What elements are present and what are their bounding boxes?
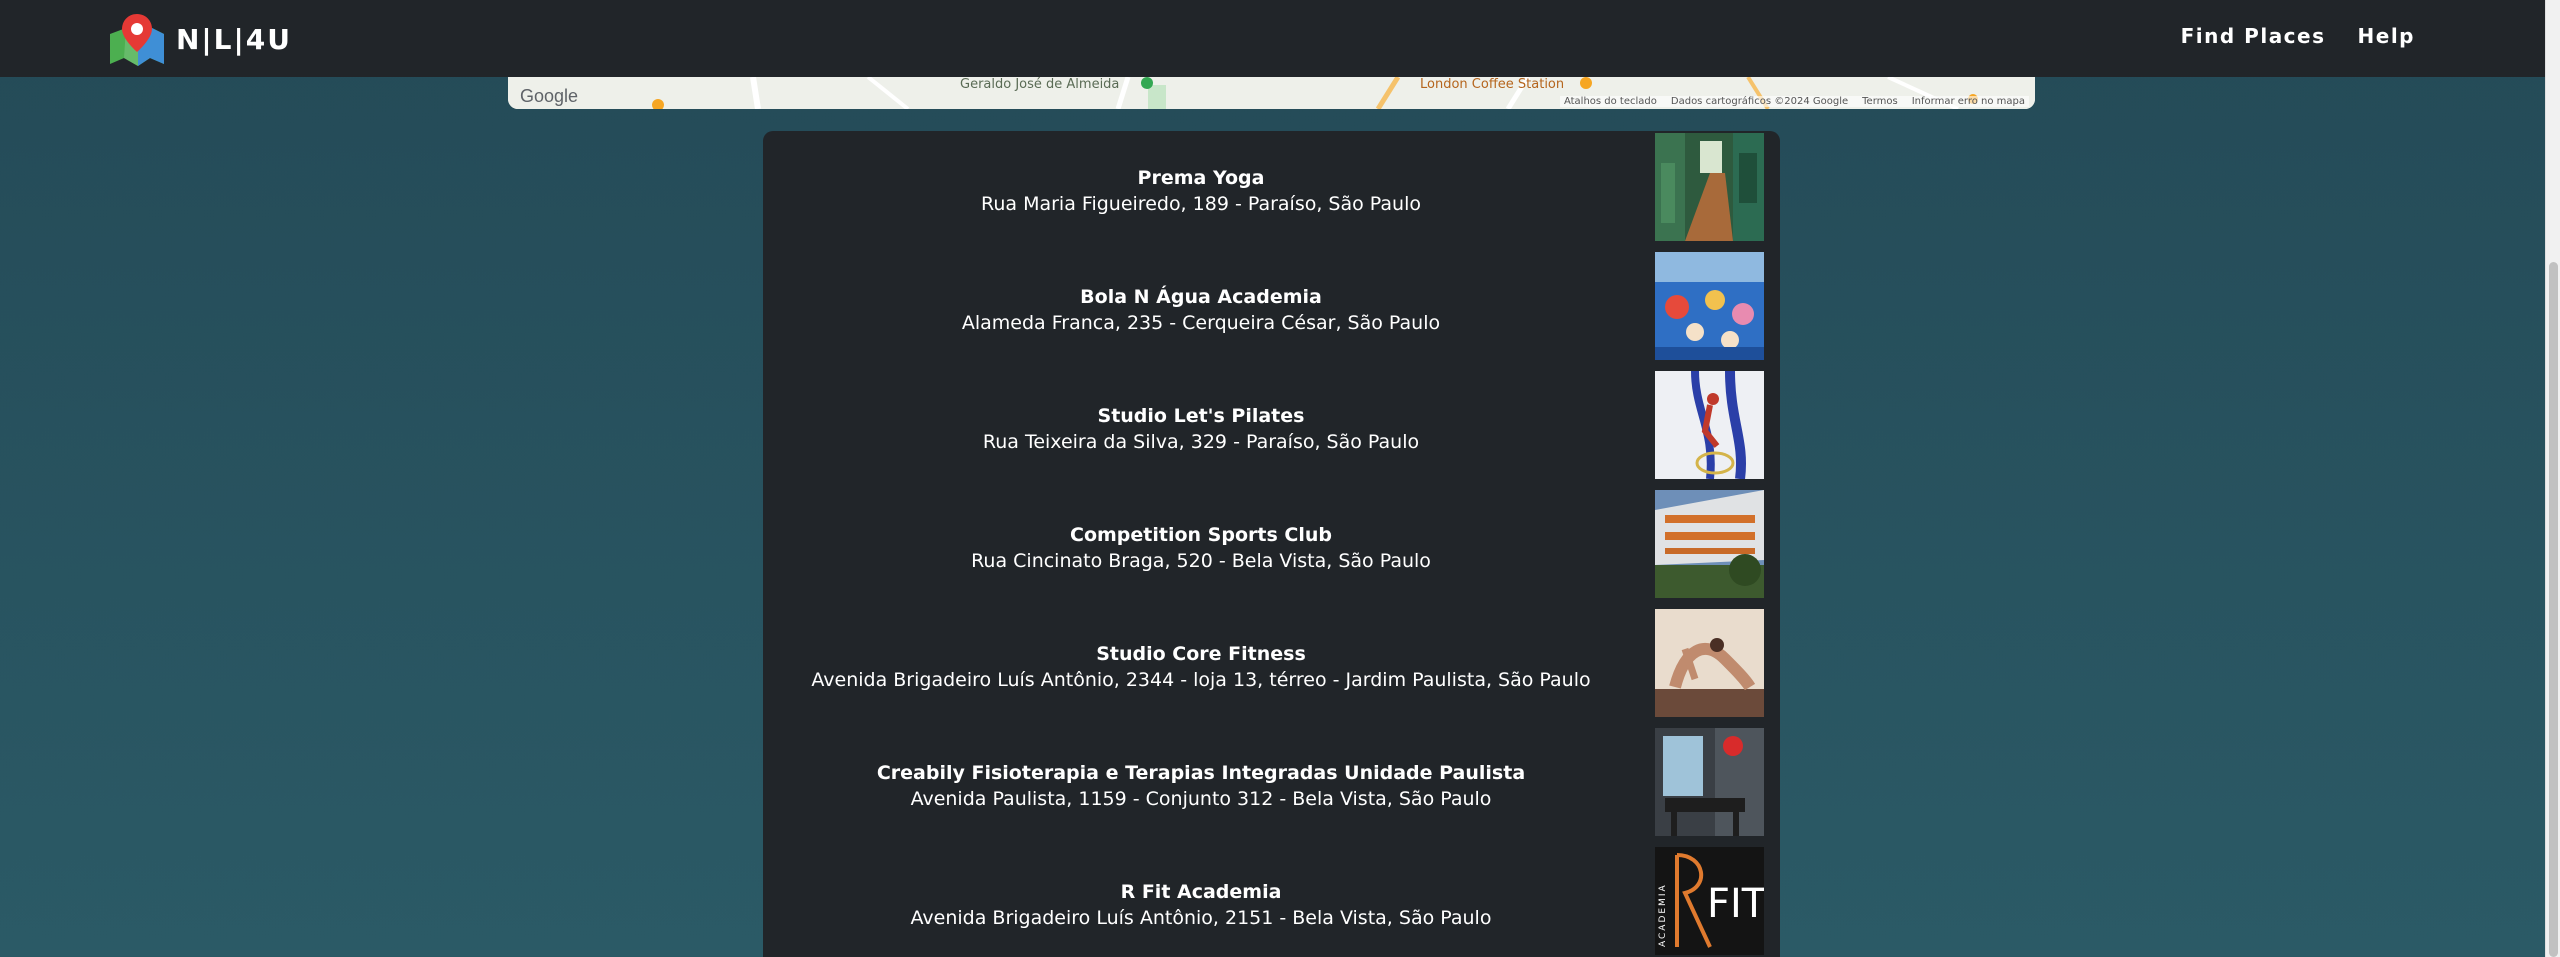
main-nav: Find Places Help <box>2181 24 2415 48</box>
brand-link[interactable]: N|L|4U <box>108 12 292 66</box>
place-photo[interactable] <box>1655 371 1764 479</box>
map-poi-label: Geraldo José de Almeida <box>960 77 1120 92</box>
terms-link[interactable]: Termos <box>1862 96 1898 107</box>
page-scrollbar[interactable] <box>2545 0 2560 957</box>
place-address: Rua Cincinato Braga, 520 - Bela Vista, S… <box>971 549 1431 572</box>
nav-help[interactable]: Help <box>2358 24 2415 48</box>
brand-name: N|L|4U <box>176 22 292 56</box>
place-item[interactable]: Competition Sports Club Rua Cincinato Br… <box>763 488 1780 607</box>
place-info: Studio Let's Pilates Rua Teixeira da Sil… <box>763 369 1639 488</box>
scrollbar-thumb[interactable] <box>2549 262 2558 957</box>
place-address: Rua Maria Figueiredo, 189 - Paraíso, São… <box>981 192 1421 215</box>
rfit-logo-vertical-text: ACADEMIA <box>1658 883 1668 947</box>
place-info: Studio Core Fitness Avenida Brigadeiro L… <box>763 607 1639 726</box>
place-photo[interactable] <box>1655 728 1764 836</box>
place-name: Bola N Água Academia <box>1080 285 1322 308</box>
place-item[interactable]: Studio Core Fitness Avenida Brigadeiro L… <box>763 607 1780 726</box>
place-photo[interactable]: ACADEMIA FIT <box>1655 847 1764 955</box>
place-address: Rua Teixeira da Silva, 329 - Paraíso, Sã… <box>982 430 1420 453</box>
place-item[interactable]: Creabily Fisioterapia e Terapias Integra… <box>763 726 1780 845</box>
place-info: Creabily Fisioterapia e Terapias Integra… <box>763 726 1639 845</box>
place-item[interactable]: Studio Let's Pilates Rua Teixeira da Sil… <box>763 369 1780 488</box>
places-list: Prema Yoga Rua Maria Figueiredo, 189 - P… <box>763 131 1780 957</box>
place-item[interactable]: R Fit Academia Avenida Brigadeiro Luís A… <box>763 845 1780 957</box>
keyboard-shortcuts-link[interactable]: Atalhos do teclado <box>1564 96 1657 107</box>
place-photo[interactable] <box>1655 133 1764 241</box>
place-photo[interactable] <box>1655 490 1764 598</box>
place-name: Competition Sports Club <box>1070 523 1332 546</box>
place-address: Avenida Brigadeiro Luís Antônio, 2151 - … <box>910 906 1492 929</box>
place-name: Studio Core Fitness <box>1096 642 1306 665</box>
place-name: Creabily Fisioterapia e Terapias Integra… <box>876 761 1526 784</box>
map-poi-label: London Coffee Station <box>1420 77 1565 92</box>
place-info: Competition Sports Club Rua Cincinato Br… <box>763 488 1639 607</box>
place-name: Prema Yoga <box>1137 166 1265 189</box>
rfit-logo-text: FIT <box>1707 881 1764 927</box>
place-info: Prema Yoga Rua Maria Figueiredo, 189 - P… <box>763 131 1639 250</box>
place-info: Bola N Água Academia Alameda Franca, 235… <box>763 250 1639 369</box>
google-logo: Google <box>520 86 579 106</box>
place-name: Studio Let's Pilates <box>1097 404 1305 427</box>
nav-find-places[interactable]: Find Places <box>2181 24 2326 48</box>
report-map-error-link[interactable]: Informar erro no mapa <box>1912 96 2025 107</box>
place-photo[interactable] <box>1655 609 1764 717</box>
map-pin-logo-icon <box>110 14 164 66</box>
place-item[interactable]: Prema Yoga Rua Maria Figueiredo, 189 - P… <box>763 131 1780 250</box>
rfit-logo: ACADEMIA FIT <box>1655 847 1764 955</box>
place-item[interactable]: Bola N Água Academia Alameda Franca, 235… <box>763 250 1780 369</box>
place-address: Avenida Paulista, 1159 - Conjunto 312 - … <box>910 787 1492 810</box>
map-data-credit: Dados cartográficos ©2024 Google <box>1670 96 1849 107</box>
place-photo[interactable] <box>1655 252 1764 360</box>
map-attribution: Atalhos do teclado Dados cartográficos ©… <box>1559 96 2029 107</box>
place-name: R Fit Academia <box>1120 880 1282 903</box>
map-view[interactable]: Geraldo José de Almeida London Coffee St… <box>508 77 2035 109</box>
top-navbar: N|L|4U Find Places Help <box>0 0 2545 77</box>
place-address: Alameda Franca, 235 - Cerqueira César, S… <box>961 311 1441 334</box>
place-address: Avenida Brigadeiro Luís Antônio, 2344 - … <box>811 668 1591 691</box>
place-info: R Fit Academia Avenida Brigadeiro Luís A… <box>763 845 1639 957</box>
